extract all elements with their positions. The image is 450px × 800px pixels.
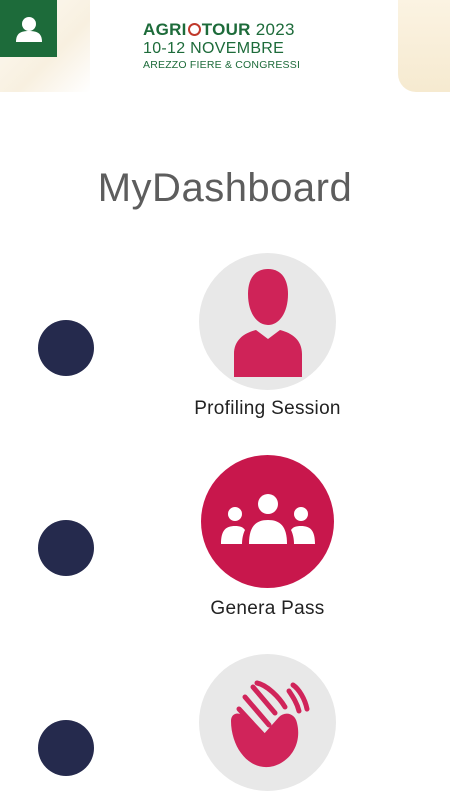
status-dot: [38, 520, 94, 576]
profiling-session-label[interactable]: Profiling Session: [130, 398, 405, 420]
user-icon: [15, 16, 42, 42]
status-dot: [38, 720, 94, 776]
logo-mark-icon: [187, 23, 201, 36]
app-header: AGRI TOUR 2023 10-12 NOVEMBRE AREZZO FIER…: [0, 0, 450, 92]
genera-pass-button[interactable]: [201, 455, 334, 588]
profiling-session-button[interactable]: [199, 253, 336, 390]
user-profile-button[interactable]: [0, 0, 57, 57]
status-dot: [38, 320, 94, 376]
genera-pass-label[interactable]: Genera Pass: [130, 598, 405, 620]
event-logo: AGRI TOUR 2023 10-12 NOVEMBRE AREZZO FIER…: [143, 21, 300, 71]
header-decoration-right: [398, 0, 450, 92]
clapping-hands-icon: [230, 680, 309, 767]
event-name: AGRI TOUR 2023: [143, 20, 295, 39]
event-venue: AREZZO FIERE & CONGRESSI: [143, 59, 301, 71]
page-title: MyDashboard: [97, 166, 353, 210]
event-dates: 10-12 NOVEMBRE: [143, 40, 285, 57]
group-icon: [220, 493, 315, 544]
applause-button[interactable]: [199, 654, 336, 791]
person-icon: [233, 268, 302, 377]
